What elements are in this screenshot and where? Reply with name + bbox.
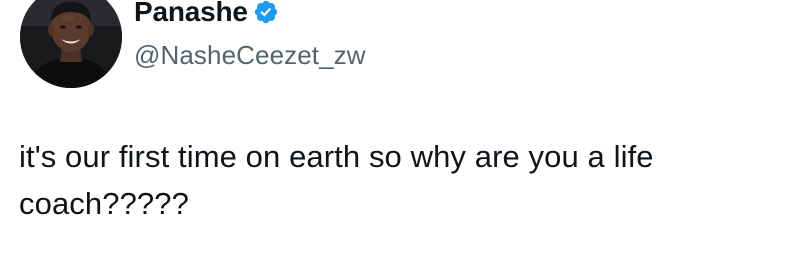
- tweet-text: it's our first time on earth so why are …: [19, 139, 654, 221]
- avatar-image: [20, 0, 122, 88]
- tweet-card[interactable]: Panashe @NasheCeezet_zw it's our first t…: [0, 0, 800, 266]
- author-display-name[interactable]: Panashe: [134, 0, 248, 28]
- author-name-row: Panashe: [134, 0, 279, 32]
- verified-badge-icon[interactable]: [253, 0, 279, 25]
- author-handle[interactable]: @NasheCeezet_zw: [134, 40, 366, 71]
- avatar[interactable]: [20, 0, 122, 88]
